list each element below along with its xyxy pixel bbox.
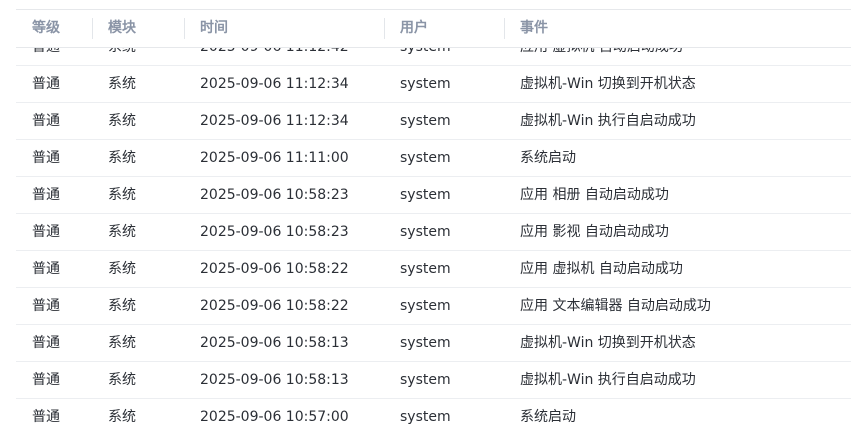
column-divider[interactable] [184,18,185,39]
module-cell: 系统 [108,372,136,388]
event-cell: 虚拟机-Win 切换到开机状态 [520,335,696,351]
table-row[interactable]: 普通 系统 2025-09-06 11:11:00 system 系统启动 [16,140,851,177]
table-body: 普通系统2025-09-06 11:12:42system应用 虚拟机 自动启动… [16,29,851,435]
column-divider[interactable] [384,18,385,39]
user-cell: system [400,261,451,277]
event-cell: 应用 虚拟机 自动启动成功 [520,261,683,277]
level-cell: 普通 [32,335,60,351]
level-cell: 普通 [32,409,60,425]
column-divider[interactable] [92,18,93,39]
user-cell: system [400,150,451,166]
event-cell: 系统启动 [520,150,576,166]
module-cell: 系统 [108,76,136,92]
module-cell: 系统 [108,187,136,203]
table-row[interactable]: 普通 系统 2025-09-06 10:58:23 system 应用 相册 自动启动成… [16,177,851,214]
level-cell: 普通 [32,224,60,240]
level-cell: 普通 [32,298,60,314]
time-cell: 2025-09-06 10:57:00 [200,409,349,425]
user-cell: system [400,335,451,351]
event-cell: 应用 相册 自动启动成功 [520,187,669,203]
module-cell: 系统 [108,261,136,277]
module-cell: 系统 [108,113,136,129]
table-row[interactable]: 普通 系统 2025-09-06 10:57:00 system 系统启动 [16,399,851,435]
user-cell: system [400,298,451,314]
table-row[interactable]: 普通 系统 2025-09-06 11:12:34 system 虚拟机-Win 切换到… [16,66,851,103]
column-header-level[interactable]: 等级 [32,10,60,47]
table-row[interactable]: 普通 系统 2025-09-06 10:58:22 system 应用 文本编辑器 自动… [16,288,851,325]
column-header-module[interactable]: 模块 [108,10,136,47]
level-cell: 普通 [32,113,60,129]
level-cell: 普通 [32,76,60,92]
module-cell: 系统 [108,150,136,166]
module-cell: 系统 [108,335,136,351]
table-row[interactable]: 普通 系统 2025-09-06 10:58:13 system 虚拟机-Win 执行自… [16,362,851,399]
user-cell: system [400,372,451,388]
user-cell: system [400,113,451,129]
event-cell: 应用 影视 自动启动成功 [520,224,669,240]
column-header-time[interactable]: 时间 [200,10,228,47]
module-cell: 系统 [108,224,136,240]
time-cell: 2025-09-06 10:58:23 [200,224,349,240]
level-cell: 普通 [32,261,60,277]
time-cell: 2025-09-06 10:58:22 [200,261,349,277]
user-cell: system [400,409,451,425]
time-cell: 2025-09-06 10:58:13 [200,372,349,388]
time-cell: 2025-09-06 11:12:34 [200,76,349,92]
module-cell: 系统 [108,409,136,425]
log-table: 等级 模块 时间 用户 事件 普通系统2025-09-06 11:12:42sy… [16,9,851,435]
user-cell: system [400,187,451,203]
time-cell: 2025-09-06 11:11:00 [200,150,349,166]
time-cell: 2025-09-06 10:58:23 [200,187,349,203]
table-row[interactable]: 普通 系统 2025-09-06 10:58:13 system 虚拟机-Win 切换到… [16,325,851,362]
column-header-user[interactable]: 用户 [400,10,428,47]
time-cell: 2025-09-06 11:12:34 [200,113,349,129]
user-cell: system [400,76,451,92]
table-row[interactable]: 普通 系统 2025-09-06 10:58:22 system 应用 虚拟机 自动启动… [16,251,851,288]
time-cell: 2025-09-06 10:58:13 [200,335,349,351]
level-cell: 普通 [32,372,60,388]
column-divider[interactable] [504,18,505,39]
user-cell: system [400,224,451,240]
level-cell: 普通 [32,150,60,166]
event-cell: 虚拟机-Win 执行自启动成功 [520,113,696,129]
event-cell: 应用 文本编辑器 自动启动成功 [520,298,711,314]
level-cell: 普通 [32,187,60,203]
time-cell: 2025-09-06 10:58:22 [200,298,349,314]
event-cell: 虚拟机-Win 切换到开机状态 [520,76,696,92]
column-header-event[interactable]: 事件 [520,10,548,47]
table-row[interactable]: 普通 系统 2025-09-06 11:12:34 system 虚拟机-Win 执行自… [16,103,851,140]
event-cell: 虚拟机-Win 执行自启动成功 [520,372,696,388]
event-cell: 系统启动 [520,409,576,425]
module-cell: 系统 [108,298,136,314]
table-row[interactable]: 普通 系统 2025-09-06 10:58:23 system 应用 影视 自动启动成… [16,214,851,251]
table-header: 等级 模块 时间 用户 事件 [16,10,851,48]
